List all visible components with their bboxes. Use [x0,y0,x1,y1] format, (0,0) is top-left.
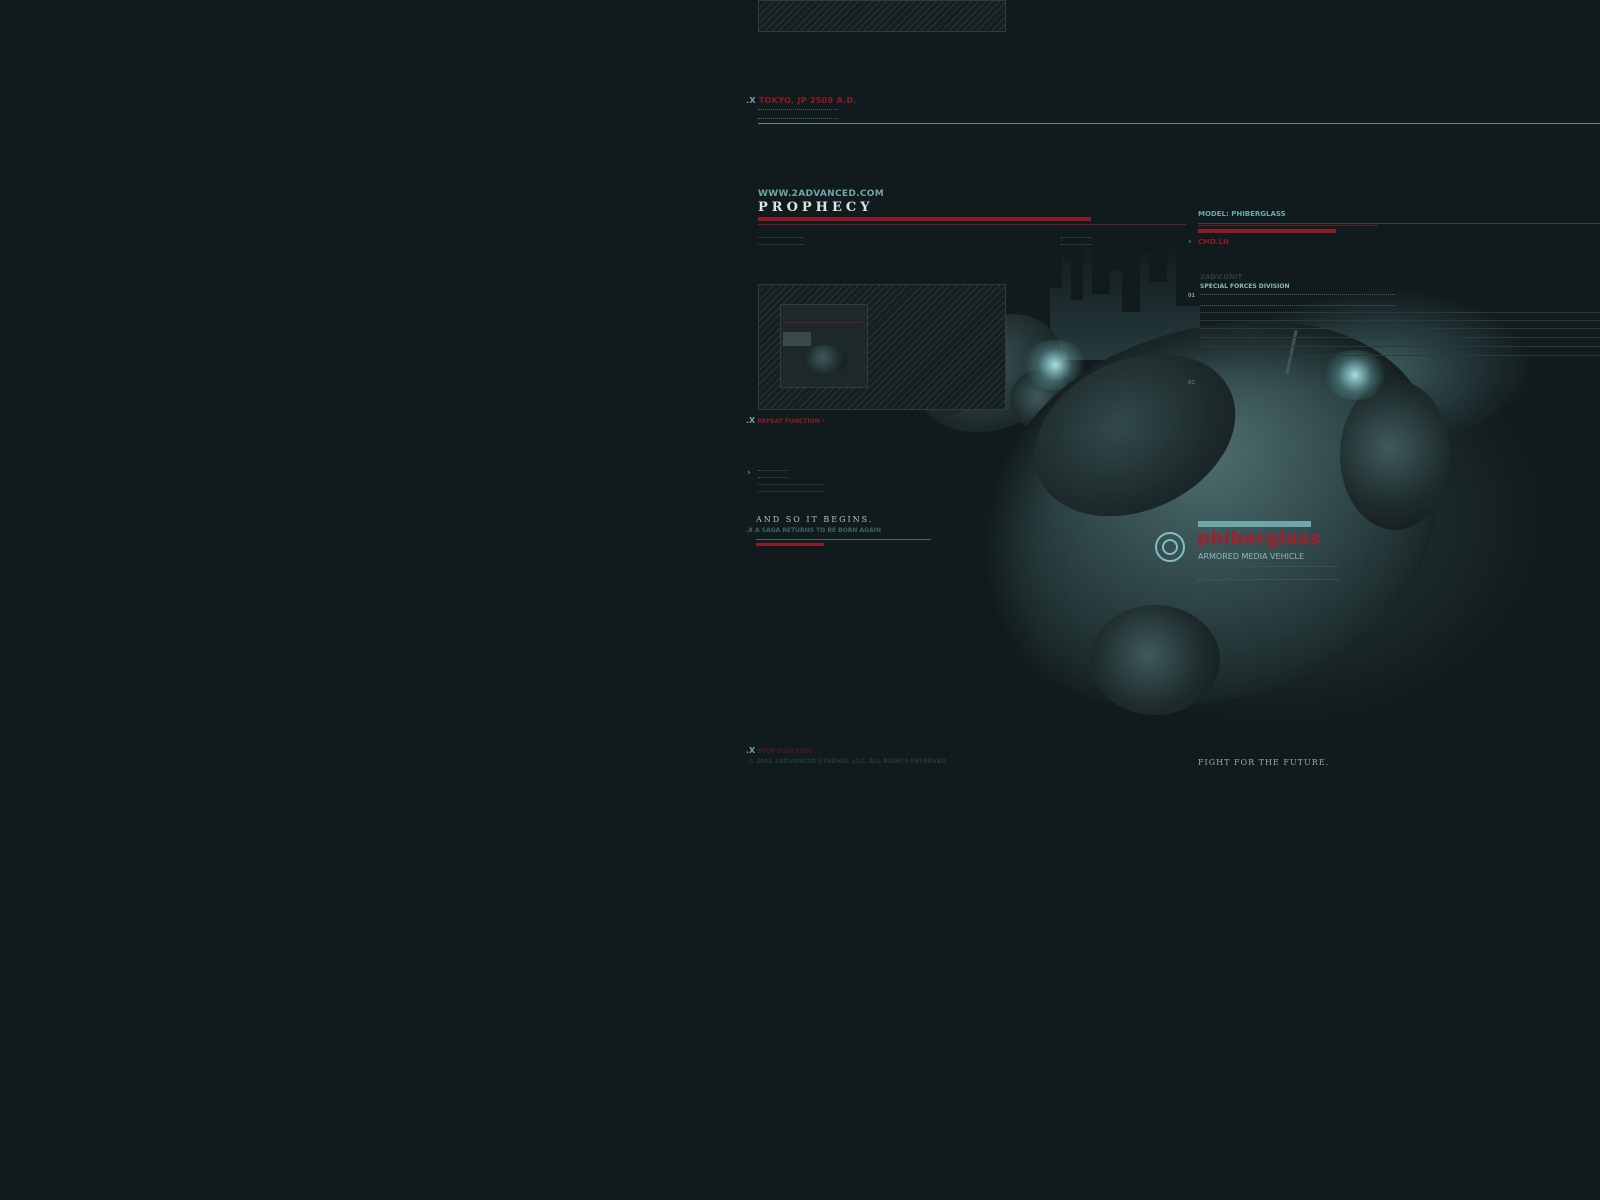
model-divider [1198,223,1600,224]
thumbnail-red-line [784,322,862,323]
copyright-text: © 2002 2ADVANCED STUDIOS, LLC. ALL RIGHT… [748,758,949,765]
top-hatched-strip [758,0,1006,32]
product-logo-icon [1155,532,1185,562]
title-fine-print-left [758,237,803,245]
repeat-arrow-icon: › [821,416,826,425]
index-02: 02 [1188,380,1195,386]
subhead-marker: .X [746,527,753,534]
unit-label: 2ADV.UNIT [1200,273,1243,281]
cmd-arrow-icon: › [1188,237,1192,247]
title-red-line [758,224,1186,225]
model-red-line [1198,225,1378,226]
spec-line-6 [1200,355,1600,356]
header-marker: .X [746,96,756,105]
spec-line-3 [1200,328,1600,329]
header-divider [758,123,1600,124]
product-name: phiberglass [1197,528,1321,549]
product-fine-print [1198,566,1340,580]
product-teal-bar [1198,521,1311,527]
model-red-bar [1198,229,1336,233]
vehicle-rear-wheel [1340,380,1450,530]
product-logo-inner-ring [1162,539,1178,555]
stop-function-link[interactable]: .X STOP FUNCTION [746,746,812,755]
vehicle-headlight-glow [1320,350,1390,400]
division-label: SPECIAL FORCES DIVISION [1200,283,1290,290]
side-arrow-icon: › [747,468,751,478]
thumbnail-box [783,332,811,346]
spec-line-2 [1200,320,1600,321]
intro-divider [756,539,931,540]
cmd-line-link[interactable]: CMD.LN [1198,238,1229,246]
spec-line-5 [1200,346,1600,347]
model-label: MODEL: PHIBERGLASS [1198,210,1286,218]
site-url[interactable]: WWW.2ADVANCED.COM [758,189,884,199]
intro-headline: AND SO IT BEGINS. [756,515,874,524]
location-fine-print [758,109,838,119]
footer-slogan: FIGHT FOR THE FUTURE. [1198,758,1330,767]
spec-line-4 [1200,337,1600,338]
vehicle-front-wheel [1090,605,1220,715]
index-01: 01 [1188,293,1195,299]
info-fine-print-1 [758,470,788,478]
intro-subhead: A SAGA RETURNS TO BE BORN AGAIN [755,527,882,534]
thumbnail-vehicle-icon [803,345,847,373]
intro-red-bar [756,543,824,546]
stop-marker: .X [746,746,756,755]
intro-subhead-row: .X A SAGA RETURNS TO BE BORN AGAIN [746,527,881,534]
stop-label: STOP FUNCTION [757,748,813,755]
spec-line-1 [1200,312,1600,313]
division-fine-print [1200,294,1395,306]
title-red-bar [758,217,1091,221]
repeat-function-link[interactable]: .X REPEAT FUNCTION › [746,416,825,425]
location-header: .X TOKYO, JP 2509 A.D. [746,96,857,105]
product-tagline: ARMORED MEDIA VEHICLE [1198,552,1305,561]
page-title: PROPHECY [758,200,874,215]
location-text: TOKYO, JP 2509 A.D. [758,96,857,105]
info-fine-print-2 [758,484,823,492]
repeat-label: REPEAT FUNCTION [757,418,820,425]
repeat-marker: .X [746,416,756,425]
title-fine-print-right [1061,237,1091,245]
